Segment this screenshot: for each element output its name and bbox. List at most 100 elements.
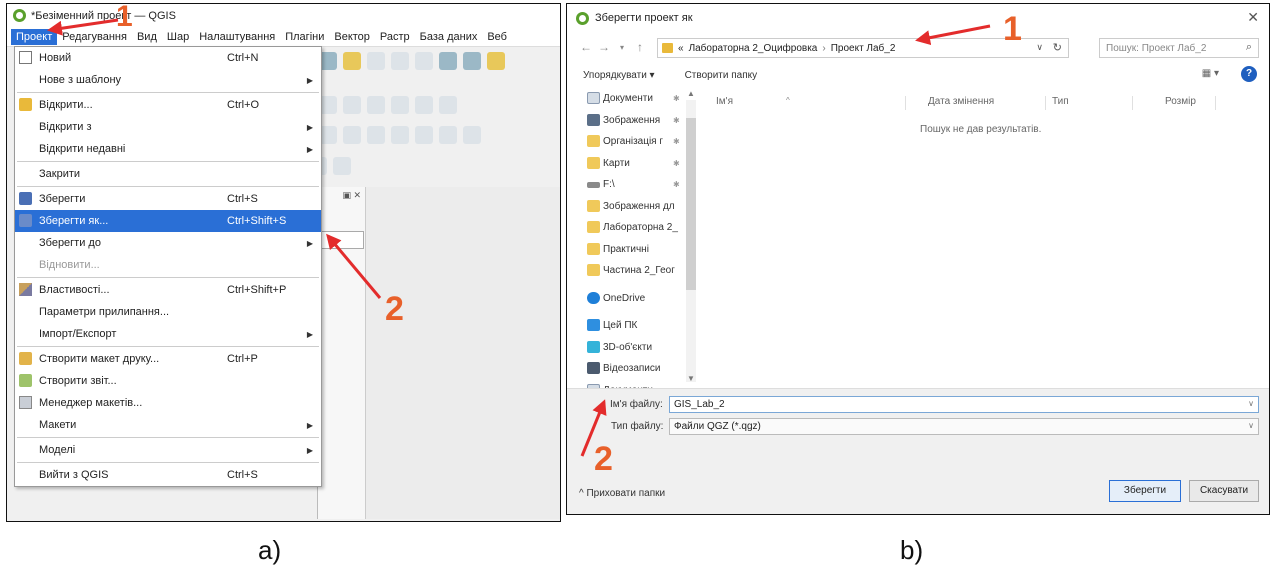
pin-icon[interactable]: ✱ bbox=[673, 159, 680, 168]
zoom-to-selection-icon[interactable] bbox=[463, 52, 481, 70]
menu-item[interactable]: Відкрити з ▶ bbox=[15, 116, 321, 138]
zoom-to-layer-icon[interactable] bbox=[487, 52, 505, 70]
save-button[interactable]: Зберегти bbox=[1109, 480, 1181, 502]
file-list: Ім'я ^ Дата змінення Тип Розмір Пошук не… bbox=[700, 88, 1265, 388]
column-date[interactable]: Дата змінення bbox=[928, 96, 994, 107]
vertex-tool-icon[interactable] bbox=[367, 96, 385, 114]
map-canvas[interactable] bbox=[365, 187, 560, 519]
nav-scrollbar-thumb[interactable] bbox=[686, 118, 696, 290]
menu-item[interactable]: Новий Ctrl+N bbox=[15, 47, 321, 69]
save-edits-icon[interactable] bbox=[391, 96, 409, 114]
scroll-down-icon[interactable]: ▼ bbox=[687, 374, 695, 383]
nav-item[interactable]: Зображення дл bbox=[585, 196, 697, 218]
nav-item[interactable]: Практичні bbox=[585, 239, 697, 261]
menu-item[interactable]: Зберегти Ctrl+S bbox=[15, 188, 321, 210]
nav-item[interactable]: Частина 2_Геог bbox=[585, 260, 697, 282]
menu-item[interactable]: Зберегти як... Ctrl+Shift+S bbox=[15, 210, 321, 232]
menu-project[interactable]: Проект bbox=[11, 28, 58, 45]
chevron-down-icon[interactable]: ∨ bbox=[1036, 42, 1043, 53]
menu-item[interactable]: Відкрити... Ctrl+O bbox=[15, 94, 321, 116]
nav-item[interactable]: Відеозаписи bbox=[585, 358, 697, 380]
menu-plugins[interactable]: Плагіни bbox=[280, 29, 329, 45]
dock-float-close-icon[interactable]: ▣ ✕ bbox=[342, 190, 361, 201]
nav-item[interactable]: Лабораторна 2_ bbox=[585, 217, 697, 239]
label-diagram-icon[interactable] bbox=[463, 126, 481, 144]
nav-item[interactable]: F:\ ✱ bbox=[585, 174, 697, 196]
chevron-down-icon[interactable]: ∨ bbox=[1248, 399, 1254, 408]
menu-item[interactable]: Відкрити недавні ▶ bbox=[15, 138, 321, 160]
menu-item[interactable]: Нове з шаблону ▶ bbox=[15, 69, 321, 91]
delete-selected-icon[interactable] bbox=[415, 96, 433, 114]
column-type[interactable]: Тип bbox=[1052, 96, 1069, 107]
breadcrumb-item-project[interactable]: Проект Лаб_2 bbox=[831, 43, 896, 54]
menu-item-label: Параметри прилипання... bbox=[39, 306, 170, 318]
up-arrow-icon[interactable]: ↑ bbox=[631, 40, 649, 54]
menu-item: Відновити... bbox=[15, 254, 321, 276]
new-folder-button[interactable]: Створити папку bbox=[685, 70, 758, 81]
forward-arrow-icon[interactable]: → bbox=[595, 40, 613, 54]
filetype-select[interactable]: Файли QGZ (*.qgz) ∨ bbox=[669, 418, 1259, 435]
column-separator bbox=[1215, 96, 1216, 110]
label-rotate-icon[interactable] bbox=[415, 126, 433, 144]
zoom-out-icon[interactable] bbox=[391, 52, 409, 70]
menu-item[interactable]: Імпорт/Експорт ▶ bbox=[15, 323, 321, 345]
label-change-icon[interactable] bbox=[439, 126, 457, 144]
menu-settings[interactable]: Налаштування bbox=[194, 29, 280, 45]
nav-item[interactable]: OneDrive bbox=[585, 288, 697, 310]
add-feature-icon[interactable] bbox=[343, 96, 361, 114]
menu-item[interactable]: Зберегти до ▶ bbox=[15, 232, 321, 254]
hide-folders-toggle[interactable]: ^ Приховати папки bbox=[579, 488, 665, 499]
menu-item[interactable]: Створити макет друку... Ctrl+P bbox=[15, 348, 321, 370]
cancel-button[interactable]: Скасувати bbox=[1189, 480, 1259, 502]
label-show-hide-icon[interactable] bbox=[367, 126, 385, 144]
breadcrumb-item-lab2[interactable]: Лабораторна 2_Оцифровка bbox=[689, 43, 818, 54]
menu-item[interactable]: Менеджер макетів... bbox=[15, 392, 321, 414]
menu-vector[interactable]: Вектор bbox=[329, 29, 375, 45]
python-console-icon[interactable] bbox=[333, 157, 351, 175]
pin-icon[interactable]: ✱ bbox=[673, 116, 680, 125]
menu-item[interactable]: Вийти з QGIS Ctrl+S bbox=[15, 464, 321, 486]
help-icon[interactable]: ? bbox=[1241, 66, 1257, 82]
menu-item[interactable]: Макети ▶ bbox=[15, 414, 321, 436]
menu-database[interactable]: База даних bbox=[415, 29, 483, 45]
chevron-down-icon[interactable]: ∨ bbox=[1248, 421, 1254, 430]
zoom-full-icon[interactable] bbox=[439, 52, 457, 70]
column-name[interactable]: Ім'я bbox=[716, 96, 733, 107]
zoom-in-icon[interactable] bbox=[367, 52, 385, 70]
label-move-icon[interactable] bbox=[391, 126, 409, 144]
nav-item[interactable]: Організація г ✱ bbox=[585, 131, 697, 153]
filename-input[interactable]: GIS_Lab_2 ∨ bbox=[669, 396, 1259, 413]
cut-features-icon[interactable] bbox=[439, 96, 457, 114]
pan-to-selection-icon[interactable] bbox=[343, 52, 361, 70]
view-options-icon[interactable]: ▦ ▾ bbox=[1202, 68, 1219, 79]
nav-item[interactable]: Зображення ✱ bbox=[585, 110, 697, 132]
menu-raster[interactable]: Растр bbox=[375, 29, 415, 45]
nav-item[interactable]: Цей ПК bbox=[585, 315, 697, 337]
menu-item[interactable]: Моделі ▶ bbox=[15, 439, 321, 461]
organize-button[interactable]: Упорядкувати ▾ bbox=[583, 70, 655, 81]
layers-panel-input[interactable] bbox=[320, 231, 364, 249]
menu-layer[interactable]: Шар bbox=[162, 29, 194, 45]
recent-dropdown-icon[interactable]: ▾ bbox=[613, 43, 631, 52]
label-pin-icon[interactable] bbox=[343, 126, 361, 144]
column-size[interactable]: Розмір bbox=[1165, 96, 1196, 107]
pin-icon[interactable]: ✱ bbox=[673, 94, 680, 103]
back-arrow-icon[interactable]: ← bbox=[577, 40, 595, 54]
nav-item[interactable]: Карти ✱ bbox=[585, 153, 697, 175]
close-icon[interactable]: ✕ bbox=[1247, 9, 1259, 26]
zoom-rescale-icon[interactable] bbox=[415, 52, 433, 70]
qgis-title-bar: *Безіменний проект — QGIS bbox=[7, 4, 560, 27]
menu-view[interactable]: Вид bbox=[132, 29, 162, 45]
scroll-up-icon[interactable]: ▲ bbox=[687, 89, 695, 98]
refresh-icon[interactable]: ↻ bbox=[1053, 41, 1062, 54]
nav-item[interactable]: 3D-об'єкти bbox=[585, 337, 697, 359]
search-input[interactable]: Пошук: Проект Лаб_2 ⌕ bbox=[1099, 38, 1259, 58]
menu-web[interactable]: Веб bbox=[482, 29, 512, 45]
menu-item[interactable]: Закрити bbox=[15, 163, 321, 185]
pin-icon[interactable]: ✱ bbox=[673, 180, 680, 189]
nav-item[interactable]: Документи ✱ bbox=[585, 88, 697, 110]
menu-item[interactable]: Створити звіт... bbox=[15, 370, 321, 392]
menu-item[interactable]: Властивості... Ctrl+Shift+P bbox=[15, 279, 321, 301]
pin-icon[interactable]: ✱ bbox=[673, 137, 680, 146]
menu-item[interactable]: Параметри прилипання... bbox=[15, 301, 321, 323]
